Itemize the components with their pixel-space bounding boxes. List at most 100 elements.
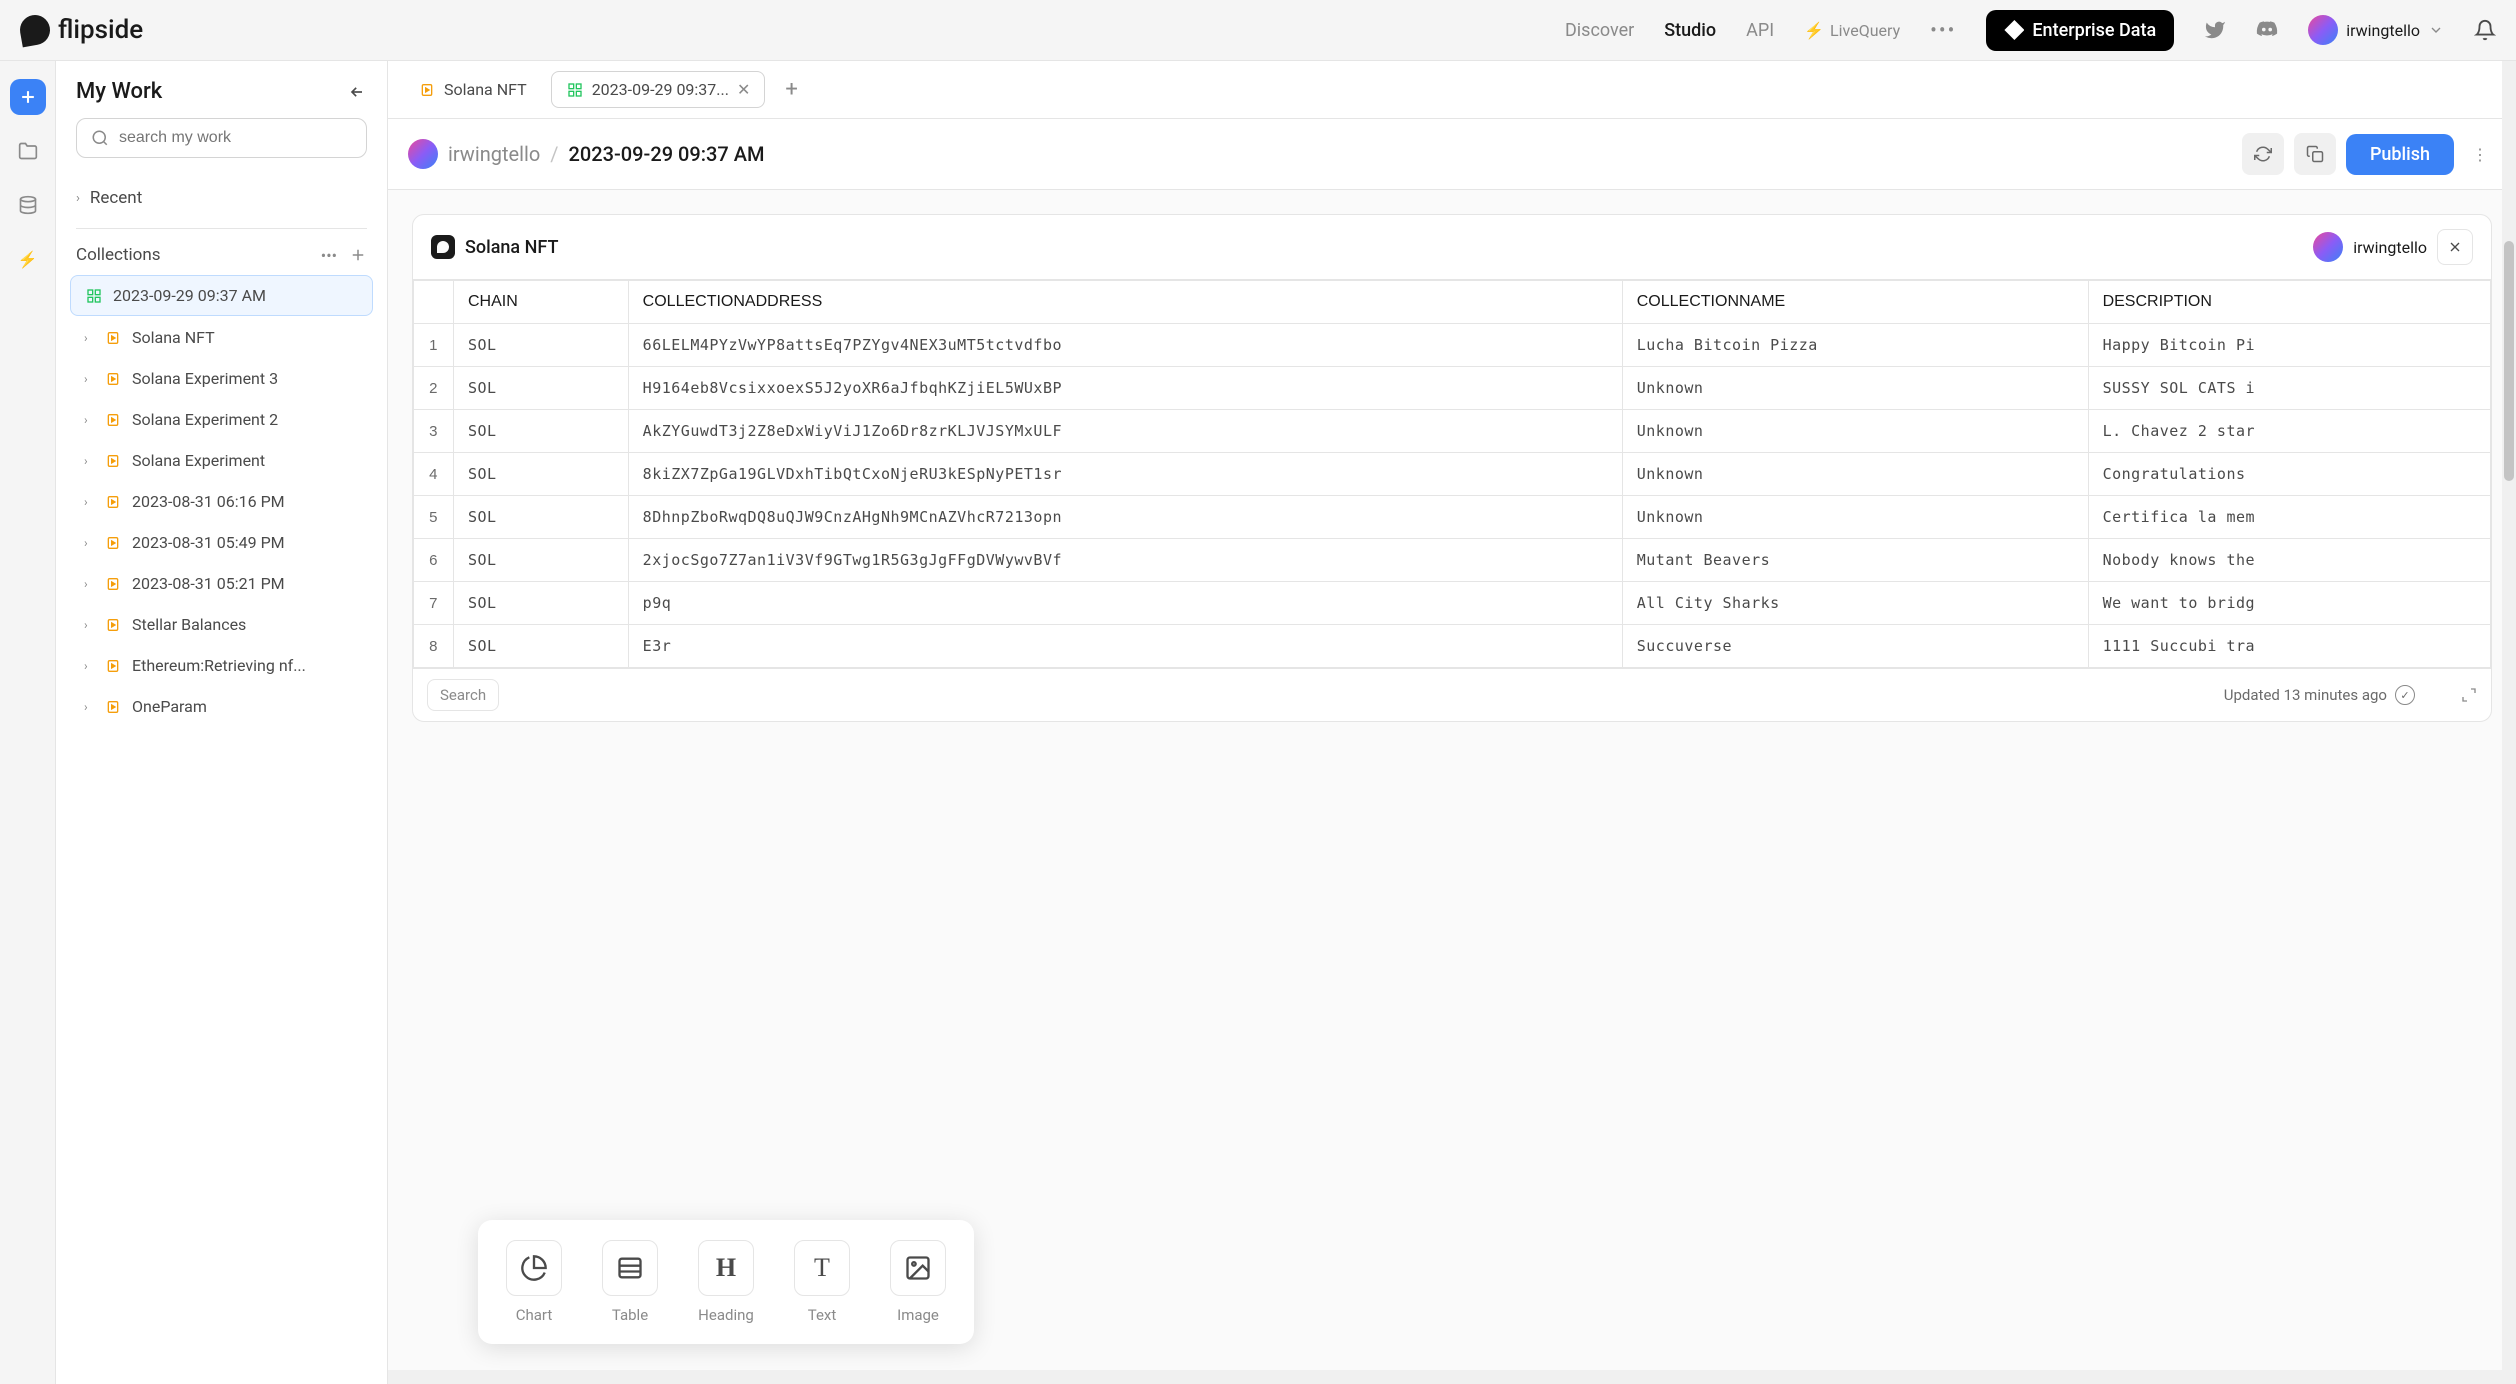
- app-header: flipside Discover Studio API ⚡ LiveQuery…: [0, 0, 2516, 61]
- folder-button[interactable]: [10, 133, 46, 169]
- search-input[interactable]: [119, 129, 352, 147]
- table-row[interactable]: 3SOLAkZYGuwdT3j2Z8eDxWiyViJ1Zo6Dr8zrKLJV…: [414, 410, 2491, 453]
- top-nav: Discover Studio API ⚡ LiveQuery ••• Ente…: [1565, 10, 2496, 51]
- query-icon: [104, 657, 122, 675]
- tab-bar: Solana NFT 2023-09-29 09:37...✕ +: [388, 61, 2516, 119]
- new-button[interactable]: [10, 79, 46, 115]
- breadcrumb-user[interactable]: irwingtello: [448, 142, 540, 166]
- sidebar-item[interactable]: ›Solana NFT: [70, 318, 373, 357]
- chevron-right-icon: ›: [84, 413, 94, 427]
- table-row[interactable]: 8SOLE3rSuccuverse1111 Succubi tra: [414, 625, 2491, 668]
- nav-studio[interactable]: Studio: [1664, 20, 1716, 41]
- image-icon: [890, 1240, 946, 1296]
- panel-avatar-icon: [2313, 232, 2343, 262]
- table-icon: [602, 1240, 658, 1296]
- sidebar-item[interactable]: ›Solana Experiment 3: [70, 359, 373, 398]
- search-box[interactable]: [76, 118, 367, 158]
- sidebar-item[interactable]: ›OneParam: [70, 687, 373, 726]
- enterprise-icon: [2004, 20, 2024, 40]
- nav-more-icon[interactable]: •••: [1930, 18, 1956, 42]
- search-icon: [91, 129, 109, 147]
- divider: [76, 228, 367, 229]
- nav-api[interactable]: API: [1746, 20, 1774, 41]
- sidebar-item[interactable]: ›Solana Experiment: [70, 441, 373, 480]
- recent-toggle[interactable]: › Recent: [76, 182, 367, 214]
- canvas: Solana NFT irwingtello CHAINCOLLECTIONAD…: [388, 190, 2516, 1384]
- vertical-scrollbar[interactable]: [2502, 61, 2516, 1384]
- avatar-icon: [2308, 15, 2338, 45]
- sidebar-item[interactable]: ›Ethereum:Retrieving nf...: [70, 646, 373, 685]
- table-search[interactable]: Search: [427, 679, 499, 711]
- copy-button[interactable]: [2294, 133, 2336, 175]
- table-row[interactable]: 1SOL66LELM4PYzVwYP8attsEq7PZYgv4NEX3uMT5…: [414, 324, 2491, 367]
- insert-image-button[interactable]: Image: [890, 1240, 946, 1324]
- sidebar-item[interactable]: ›2023-08-31 05:49 PM: [70, 523, 373, 562]
- bell-icon[interactable]: [2474, 19, 2496, 41]
- insert-text-button[interactable]: T Text: [794, 1240, 850, 1324]
- panel-title-text: Solana NFT: [465, 237, 558, 258]
- column-header[interactable]: CHAIN: [454, 281, 629, 324]
- insert-chart-button[interactable]: Chart: [506, 1240, 562, 1324]
- expand-icon[interactable]: [2461, 687, 2477, 703]
- table-row[interactable]: 6SOL2xjocSgo7Z7an1iV3Vf9GTwg1R5G3gJgFFgD…: [414, 539, 2491, 582]
- collections-more-icon[interactable]: •••: [321, 246, 337, 265]
- sidebar-item[interactable]: ›Stellar Balances: [70, 605, 373, 644]
- chevron-right-icon: ›: [84, 618, 94, 632]
- nav-discover[interactable]: Discover: [1565, 20, 1634, 41]
- chevron-down-icon: [2428, 22, 2444, 38]
- sidebar-item[interactable]: 2023-09-29 09:37 AM: [70, 275, 373, 316]
- query-icon: [104, 493, 122, 511]
- insert-heading-button[interactable]: H Heading: [698, 1240, 754, 1324]
- bolt-icon: ⚡: [1804, 21, 1824, 40]
- column-header[interactable]: COLLECTIONNAME: [1622, 281, 2088, 324]
- dashboard-icon: [85, 287, 103, 305]
- table-row[interactable]: 2SOLH9164eb8VcsixxoexS5J2yoXR6aJfbqhKZji…: [414, 367, 2491, 410]
- sidebar-item[interactable]: ›Solana Experiment 2: [70, 400, 373, 439]
- sidebar-item[interactable]: ›2023-08-31 06:16 PM: [70, 482, 373, 521]
- panel-close-button[interactable]: [2437, 229, 2473, 265]
- chart-icon: [506, 1240, 562, 1296]
- insert-table-button[interactable]: Table: [602, 1240, 658, 1324]
- table-row[interactable]: 4SOL8kiZX7ZpGa19GLVDxhTibQtCxoNjeRU3kESp…: [414, 453, 2491, 496]
- breadcrumb: irwingtello / 2023-09-29 09:37 AM: [408, 139, 765, 169]
- tab-close-icon[interactable]: ✕: [737, 80, 750, 99]
- sidebar-item[interactable]: ›2023-08-31 05:21 PM: [70, 564, 373, 603]
- logo[interactable]: flipside: [20, 15, 143, 45]
- query-icon: [104, 411, 122, 429]
- dashboard-icon: [566, 81, 584, 99]
- chevron-right-icon: ›: [84, 577, 94, 591]
- twitter-icon[interactable]: [2204, 19, 2226, 41]
- user-menu[interactable]: irwingtello: [2308, 15, 2444, 45]
- query-icon: [104, 370, 122, 388]
- chevron-right-icon: ›: [84, 372, 94, 386]
- results-table: CHAINCOLLECTIONADDRESSCOLLECTIONNAMEDESC…: [413, 280, 2491, 668]
- horizontal-scrollbar[interactable]: [388, 1370, 2502, 1384]
- livequery-rail-button[interactable]: ⚡: [10, 241, 46, 277]
- table-row[interactable]: 5SOL8DhnpZboRwqDQ8uQJW9CnzAHgNh9MCnAZVhc…: [414, 496, 2491, 539]
- check-icon: ✓: [2395, 685, 2415, 705]
- refresh-button[interactable]: [2242, 133, 2284, 175]
- column-header[interactable]: DESCRIPTION: [2088, 281, 2490, 324]
- data-panel: Solana NFT irwingtello CHAINCOLLECTIONAD…: [412, 214, 2492, 722]
- publish-button[interactable]: Publish: [2346, 134, 2454, 175]
- page-menu-icon[interactable]: ⋮: [2464, 145, 2496, 164]
- logo-mark-icon: [18, 13, 53, 48]
- nav-livequery[interactable]: ⚡ LiveQuery: [1804, 21, 1900, 40]
- brand-text: flipside: [58, 15, 143, 45]
- database-button[interactable]: [10, 187, 46, 223]
- sidebar: My Work › Recent Collections •••: [56, 61, 388, 1384]
- table-row[interactable]: 7SOLp9qAll City SharksWe want to bridg: [414, 582, 2491, 625]
- tab[interactable]: Solana NFT: [404, 71, 541, 108]
- collapse-sidebar-icon[interactable]: [347, 82, 367, 102]
- query-icon: [418, 81, 436, 99]
- tab[interactable]: 2023-09-29 09:37...✕: [551, 71, 766, 108]
- collections-add-icon[interactable]: [349, 246, 367, 265]
- query-icon: [104, 616, 122, 634]
- chevron-right-icon: ›: [84, 495, 94, 509]
- chevron-right-icon: ›: [84, 659, 94, 673]
- column-header[interactable]: COLLECTIONADDRESS: [628, 281, 1622, 324]
- enterprise-button[interactable]: Enterprise Data: [1986, 10, 2174, 51]
- left-rail: ⚡: [0, 61, 56, 1384]
- discord-icon[interactable]: [2256, 19, 2278, 41]
- add-tab-button[interactable]: +: [775, 77, 807, 102]
